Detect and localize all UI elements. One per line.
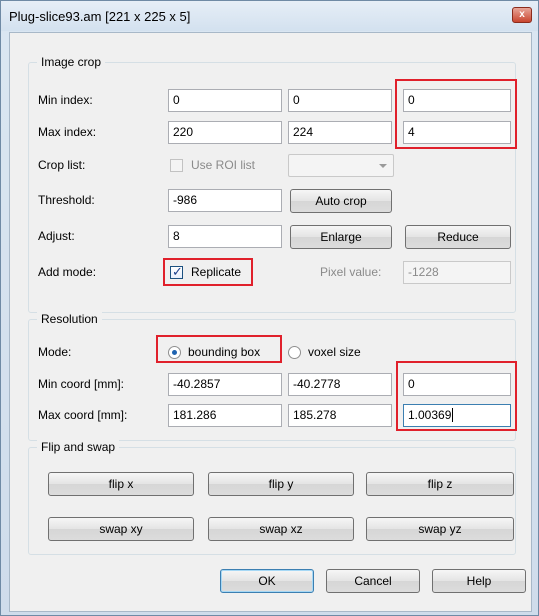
min-index-z-field[interactable]: 0: [403, 89, 511, 112]
checkmark-icon: ✓: [172, 264, 183, 279]
use-roi-label: Use ROI list: [191, 158, 256, 172]
bounding-box-label: bounding box: [188, 345, 261, 359]
bounding-box-radio[interactable]: [168, 346, 181, 359]
add-mode-label: Add mode:: [38, 265, 97, 279]
swap-xy-button[interactable]: swap xy: [48, 517, 194, 541]
reduce-button[interactable]: Reduce: [405, 225, 511, 249]
max-index-z-field[interactable]: 4: [403, 121, 511, 144]
max-coord-x-field[interactable]: 181.286: [168, 404, 282, 427]
voxel-size-radio[interactable]: [288, 346, 301, 359]
dialog-window: Plug-slice93.am [221 x 225 x 5] x Image …: [0, 0, 539, 616]
flip-x-button[interactable]: flip x: [48, 472, 194, 496]
replicate-label: Replicate: [191, 265, 242, 279]
swap-xz-button[interactable]: swap xz: [208, 517, 354, 541]
min-coord-x-field[interactable]: -40.2857: [168, 373, 282, 396]
text-cursor: [452, 408, 454, 422]
max-coord-label: Max coord [mm]:: [38, 408, 128, 422]
help-button[interactable]: Help: [432, 569, 526, 593]
max-index-y-field[interactable]: 224: [288, 121, 392, 144]
threshold-field[interactable]: -986: [168, 189, 282, 212]
resolution-title: Resolution: [37, 312, 102, 326]
use-roi-checkbox[interactable]: [170, 159, 183, 172]
max-index-label: Max index:: [38, 125, 97, 139]
flip-y-button[interactable]: flip y: [208, 472, 354, 496]
dialog-client-area: Image crop Min index: 0 0 0 Max index: 2…: [9, 32, 532, 612]
flip-swap-title: Flip and swap: [37, 440, 120, 454]
voxel-size-label: voxel size: [308, 345, 361, 359]
max-coord-z-value: 1.00369: [408, 408, 452, 422]
pixel-value-field[interactable]: -1228: [403, 261, 511, 284]
cancel-button[interactable]: Cancel: [326, 569, 420, 593]
min-coord-y-field[interactable]: -40.2778: [288, 373, 392, 396]
replicate-checkbox[interactable]: ✓: [170, 264, 183, 279]
crop-list-label: Crop list:: [38, 158, 86, 172]
enlarge-button[interactable]: Enlarge: [290, 225, 392, 249]
adjust-label: Adjust:: [38, 229, 75, 243]
mode-label: Mode:: [38, 345, 72, 359]
pixel-value-label: Pixel value:: [320, 265, 382, 279]
image-crop-title: Image crop: [37, 55, 106, 69]
roi-list-dropdown[interactable]: [288, 154, 394, 177]
radio-selected-icon: [172, 350, 177, 355]
flip-z-button[interactable]: flip z: [366, 472, 514, 496]
title-bar[interactable]: Plug-slice93.am [221 x 225 x 5] x: [1, 1, 538, 31]
min-index-x-field[interactable]: 0: [168, 89, 282, 112]
min-coord-z-field[interactable]: 0: [403, 373, 511, 396]
max-index-x-field[interactable]: 220: [168, 121, 282, 144]
window-title: Plug-slice93.am [221 x 225 x 5]: [9, 9, 191, 24]
swap-yz-button[interactable]: swap yz: [366, 517, 514, 541]
chevron-down-icon: [379, 164, 387, 168]
min-coord-label: Min coord [mm]:: [38, 377, 125, 391]
ok-button[interactable]: OK: [220, 569, 314, 593]
threshold-label: Threshold:: [38, 193, 95, 207]
min-index-label: Min index:: [38, 93, 93, 107]
close-button[interactable]: x: [512, 7, 532, 23]
max-coord-y-field[interactable]: 185.278: [288, 404, 392, 427]
auto-crop-button[interactable]: Auto crop: [290, 189, 392, 213]
max-coord-z-field[interactable]: 1.00369: [403, 404, 511, 427]
close-icon: x: [519, 9, 525, 20]
min-index-y-field[interactable]: 0: [288, 89, 392, 112]
adjust-field[interactable]: 8: [168, 225, 282, 248]
